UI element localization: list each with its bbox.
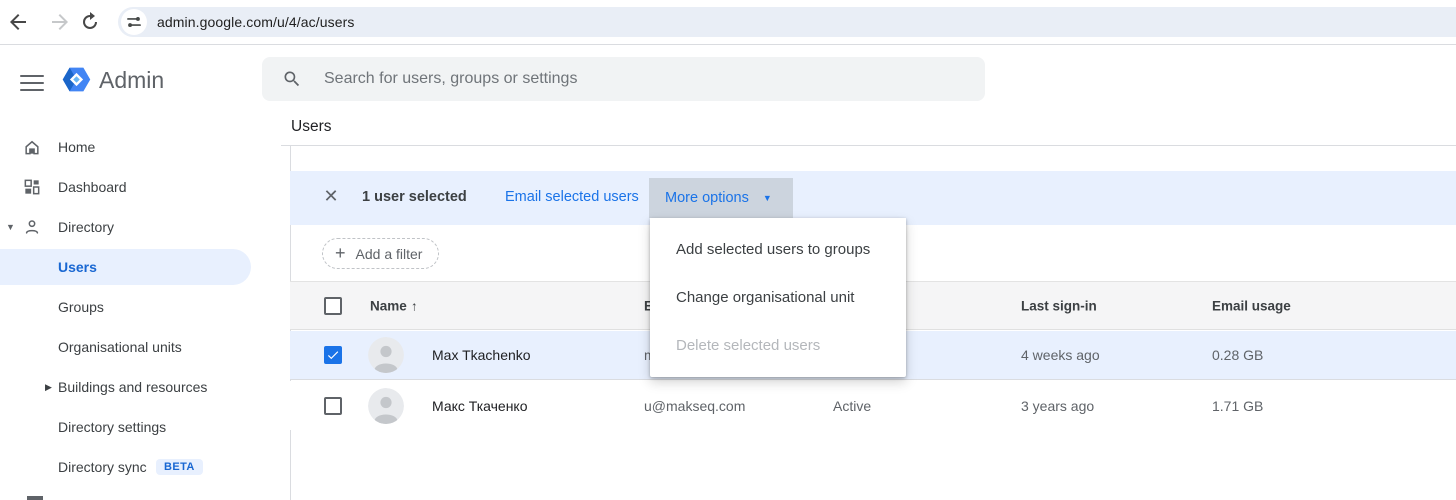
- sidebar-item-label: Users: [58, 259, 97, 275]
- page-title: Users: [291, 118, 331, 136]
- sidebar-item-label: Directory sync: [58, 459, 147, 475]
- selection-count: 1 user selected: [362, 189, 467, 205]
- menu-item-change-org-unit[interactable]: Change organisational unit: [650, 273, 906, 321]
- sidebar-item-label: Home: [58, 139, 95, 155]
- expand-caret-icon[interactable]: ▶: [45, 382, 52, 393]
- dashboard-icon: [22, 177, 42, 197]
- home-icon: [22, 137, 42, 157]
- sidebar-item-users[interactable]: Users: [0, 247, 290, 287]
- user-email: u@makseq.com: [644, 398, 745, 414]
- user-last-sign-in: 3 years ago: [1021, 398, 1094, 414]
- sidebar-item-buildings-and-resources[interactable]: ▶ Buildings and resources: [0, 367, 290, 407]
- add-filter-label: Add a filter: [356, 246, 423, 262]
- menu-item-delete-users: Delete selected users: [650, 321, 906, 369]
- search-icon: [282, 69, 302, 89]
- user-last-sign-in: 4 weeks ago: [1021, 347, 1100, 363]
- table-row[interactable]: Макс Ткаченко u@makseq.com Active 3 year…: [290, 381, 1456, 430]
- email-selected-users-button[interactable]: Email selected users: [505, 189, 639, 205]
- chevron-down-icon: ▼: [763, 193, 772, 203]
- sidebar-nav: Home Dashboard ▼ Directory Users Groups …: [0, 127, 290, 487]
- user-name: Max Tkachenko: [432, 347, 531, 363]
- column-header-name[interactable]: Name: [370, 298, 407, 313]
- search-bar[interactable]: [262, 57, 985, 101]
- sidebar-item-dashboard[interactable]: Dashboard: [0, 167, 290, 207]
- sidebar-item-partial-icon: [27, 496, 43, 500]
- menu-item-add-to-groups[interactable]: Add selected users to groups: [650, 225, 906, 273]
- sidebar-item-label: Directory settings: [58, 419, 166, 435]
- sidebar-item-groups[interactable]: Groups: [0, 287, 290, 327]
- app-title: Admin: [99, 67, 164, 94]
- more-options-label: More options: [665, 190, 749, 206]
- sidebar-item-home[interactable]: Home: [0, 127, 290, 167]
- browser-toolbar: admin.google.com/u/4/ac/users: [0, 0, 1456, 45]
- column-header-email-usage: Email usage: [1212, 298, 1291, 313]
- row-checkbox[interactable]: [324, 397, 342, 415]
- sidebar-item-organisational-units[interactable]: Organisational units: [0, 327, 290, 367]
- more-options-menu: Add selected users to groups Change orga…: [650, 218, 906, 377]
- row-checkbox-checked[interactable]: [324, 346, 342, 364]
- reload-icon[interactable]: [78, 10, 102, 34]
- search-input[interactable]: [324, 70, 944, 88]
- collapse-caret-icon[interactable]: ▼: [6, 222, 15, 232]
- user-status: Active: [833, 398, 871, 414]
- select-all-checkbox[interactable]: [324, 297, 342, 315]
- site-settings-icon[interactable]: [121, 9, 147, 35]
- sidebar-item-label: Dashboard: [58, 179, 127, 195]
- avatar: [368, 388, 404, 424]
- menu-hamburger-icon[interactable]: [20, 70, 44, 88]
- address-bar[interactable]: admin.google.com/u/4/ac/users: [118, 7, 1456, 37]
- divider: [281, 145, 1456, 146]
- sidebar-item-label: Groups: [58, 299, 104, 315]
- sidebar-item-label: Directory: [58, 219, 114, 235]
- add-filter-button[interactable]: + Add a filter: [322, 238, 439, 269]
- sidebar-item-directory-sync[interactable]: Directory sync BETA: [0, 447, 290, 487]
- plus-icon: +: [335, 243, 346, 264]
- sidebar-item-directory-settings[interactable]: Directory settings: [0, 407, 290, 447]
- sidebar-item-label: Organisational units: [58, 339, 182, 355]
- check-icon: [326, 348, 340, 362]
- screen: admin.google.com/u/4/ac/users Admin User…: [0, 0, 1456, 500]
- user-email-usage: 1.71 GB: [1212, 398, 1263, 414]
- admin-logo-icon: [60, 63, 93, 96]
- sidebar-item-directory[interactable]: ▼ Directory: [0, 207, 290, 247]
- user-email-usage: 0.28 GB: [1212, 347, 1263, 363]
- user-name: Макс Ткаченко: [432, 398, 528, 414]
- back-icon[interactable]: [6, 10, 30, 34]
- beta-badge: BETA: [156, 459, 203, 475]
- person-icon: [22, 217, 42, 237]
- forward-icon[interactable]: [48, 10, 72, 34]
- avatar: [368, 337, 404, 373]
- more-options-button[interactable]: More options ▼: [649, 178, 793, 218]
- clear-selection-icon[interactable]: ✕: [320, 186, 342, 207]
- url-text: admin.google.com/u/4/ac/users: [157, 14, 354, 30]
- sort-ascending-icon[interactable]: ↑: [411, 298, 418, 313]
- sidebar-item-label: Buildings and resources: [58, 379, 207, 395]
- column-header-last-sign-in: Last sign-in: [1021, 298, 1097, 313]
